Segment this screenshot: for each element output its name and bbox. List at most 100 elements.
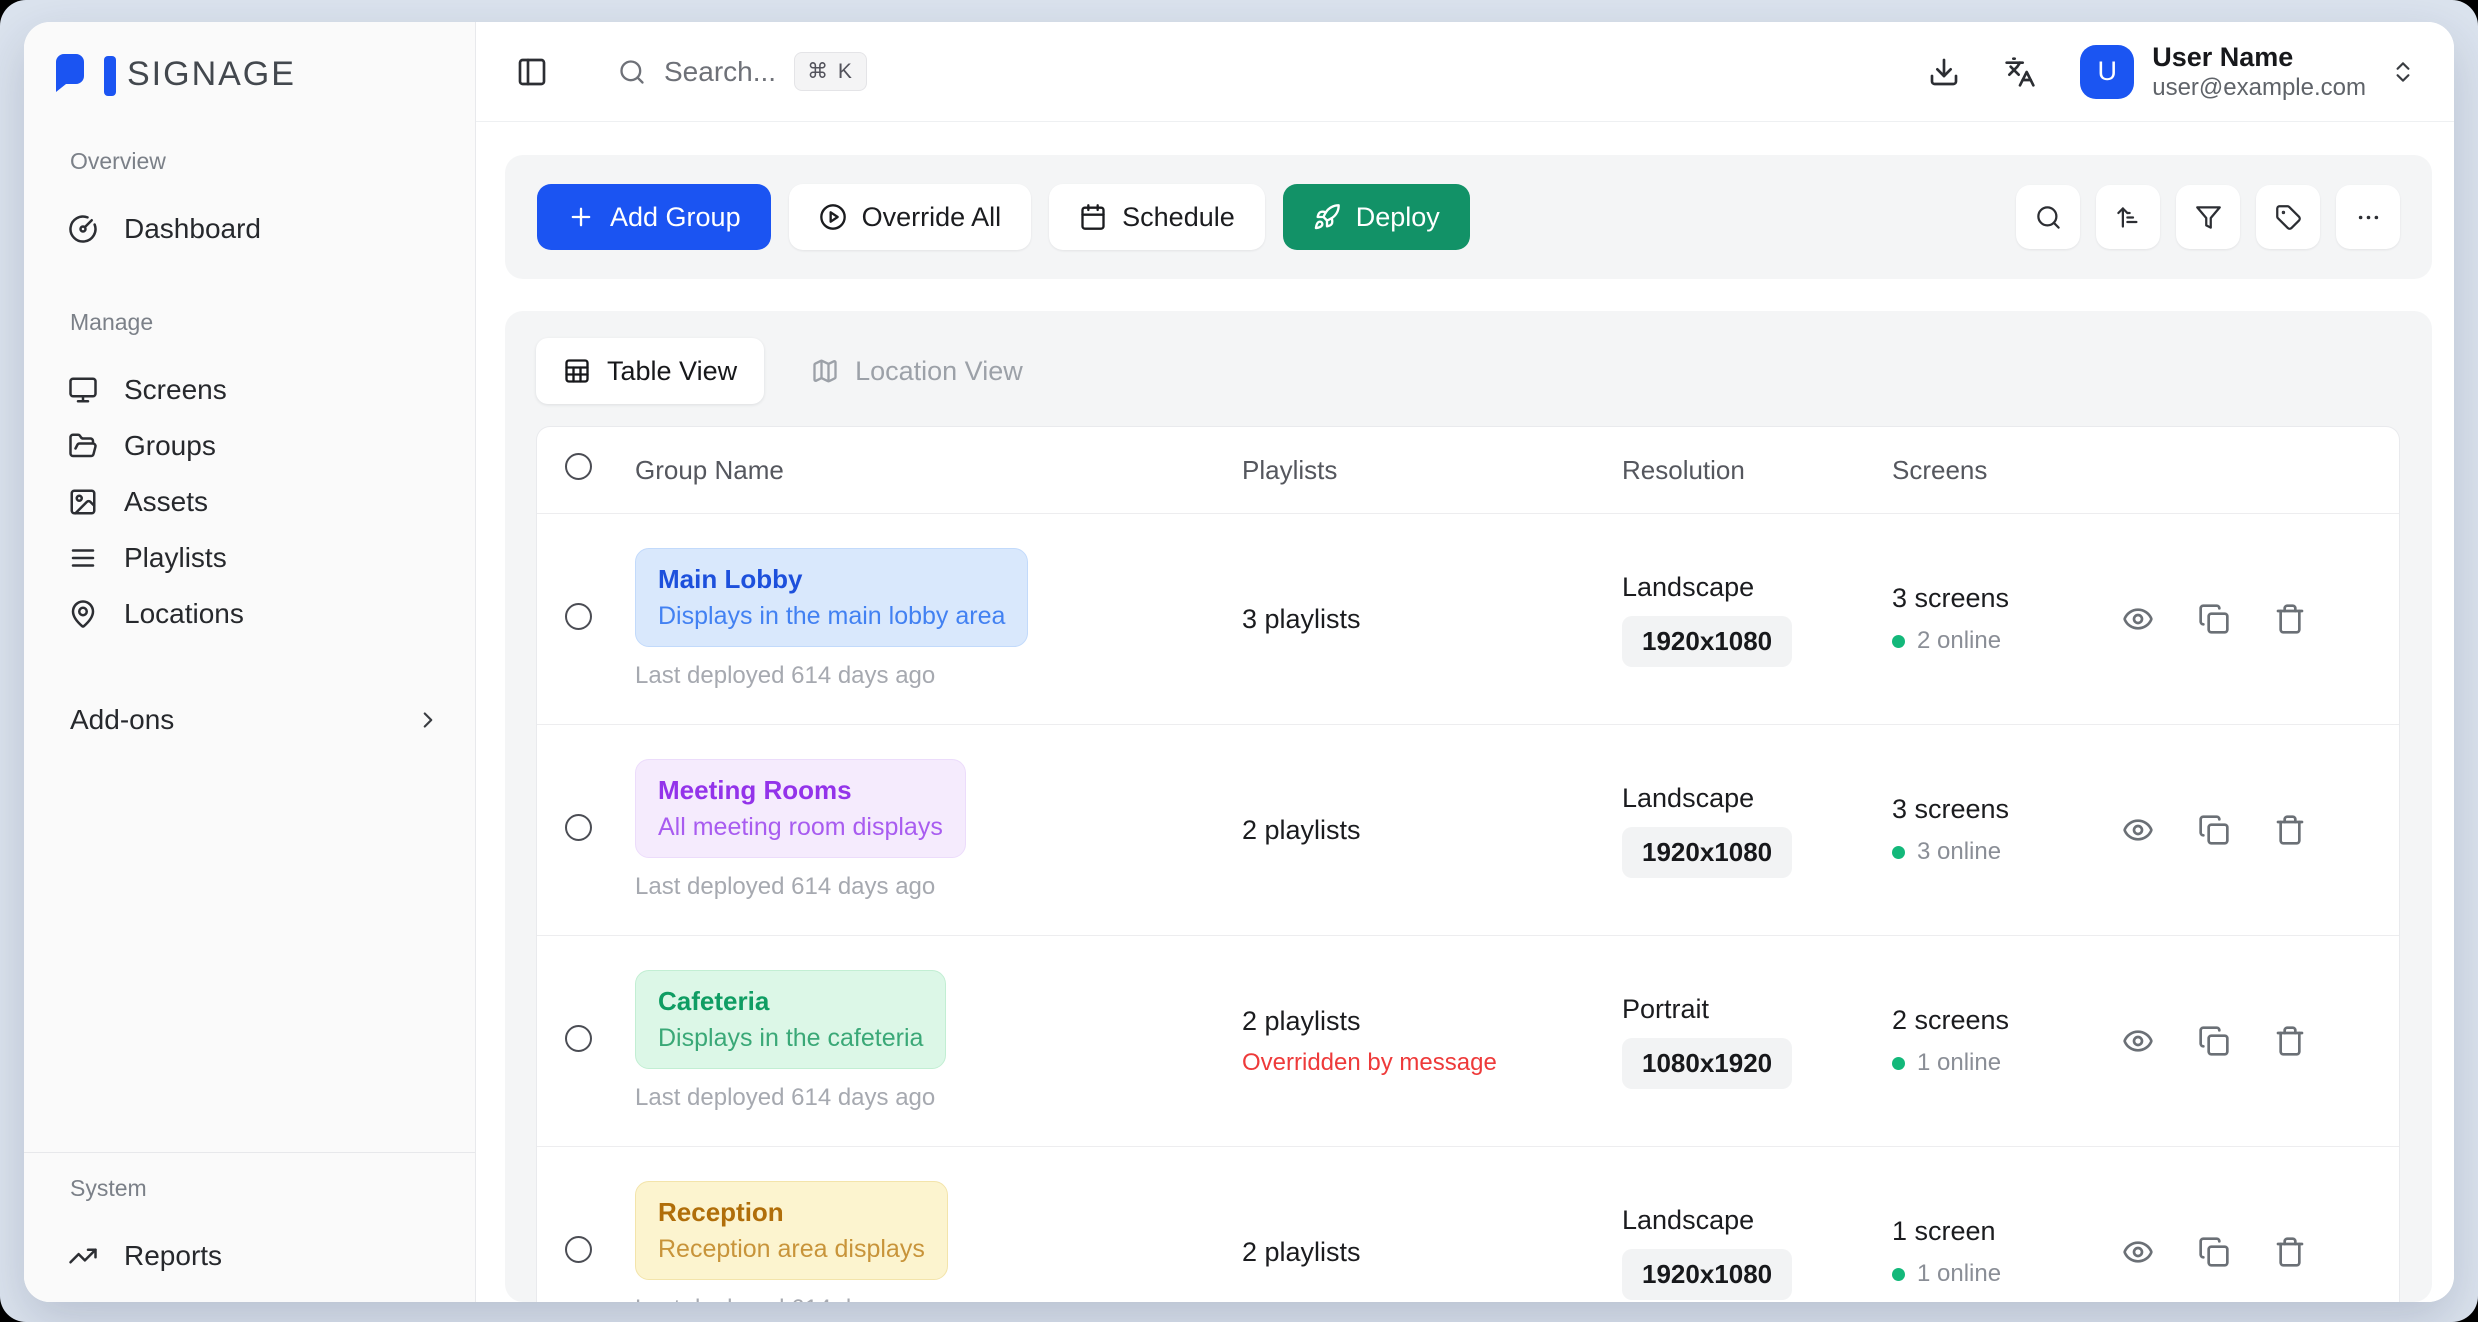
sidebar-item-groups[interactable]: Groups <box>68 418 475 474</box>
sidebar-item-label: Assets <box>124 486 208 518</box>
duplicate-button[interactable] <box>2198 603 2230 635</box>
row-checkbox[interactable] <box>565 603 592 630</box>
view-button[interactable] <box>2122 603 2154 635</box>
column-group-name: Group Name <box>611 455 1230 486</box>
brand-logo: SIGNAGE <box>24 22 475 96</box>
search-icon <box>618 58 646 86</box>
duplicate-button[interactable] <box>2198 1236 2230 1268</box>
group-chip[interactable]: Reception Reception area displays <box>635 1181 948 1280</box>
languages-icon <box>2004 56 2036 88</box>
tab-location-view[interactable]: Location View <box>784 338 1050 404</box>
duplicate-button[interactable] <box>2198 1025 2230 1057</box>
chevrons-up-down-icon <box>2390 59 2416 85</box>
app-window: SIGNAGE Overview Dashboard Manage Screen… <box>24 22 2454 1302</box>
view-button[interactable] <box>2122 814 2154 846</box>
online-dot <box>1892 1268 1905 1281</box>
sidebar-section-overview: Overview <box>70 148 475 175</box>
online-count: 1 online <box>1917 1049 2001 1077</box>
sidebar-bottom: System Reports <box>24 1152 475 1302</box>
sidebar-item-playlists[interactable]: Playlists <box>68 530 475 586</box>
row-checkbox[interactable] <box>565 1236 592 1263</box>
table-row[interactable]: Cafeteria Displays in the cafeteria Last… <box>537 935 2399 1146</box>
filter-button[interactable] <box>2176 185 2240 249</box>
search-placeholder: Search... <box>664 56 776 88</box>
row-checkbox[interactable] <box>565 1025 592 1052</box>
view-button[interactable] <box>2122 1025 2154 1057</box>
search-shortcut-badge: ⌘ K <box>794 52 867 91</box>
sidebar-toggle-button[interactable] <box>516 56 548 88</box>
sidebar-item-assets[interactable]: Assets <box>68 474 475 530</box>
group-chip[interactable]: Main Lobby Displays in the main lobby ar… <box>635 548 1028 647</box>
group-name: Meeting Rooms <box>658 775 943 806</box>
sidebar-item-addons[interactable]: Add-ons <box>24 690 475 750</box>
avatar: U <box>2080 45 2134 99</box>
screens-count: 2 screens <box>1892 1005 2090 1036</box>
row-checkbox[interactable] <box>565 814 592 841</box>
group-chip[interactable]: Meeting Rooms All meeting room displays <box>635 759 966 858</box>
online-dot <box>1892 635 1905 648</box>
pisignage-logo-icon <box>54 52 117 96</box>
add-group-button[interactable]: Add Group <box>537 184 771 250</box>
delete-button[interactable] <box>2274 814 2306 846</box>
resolution-badge: 1920x1080 <box>1622 616 1792 667</box>
search-input[interactable]: Search... ⌘ K <box>618 52 867 91</box>
sidebar-item-locations[interactable]: Locations <box>68 586 475 642</box>
desktop-background: SIGNAGE Overview Dashboard Manage Screen… <box>0 0 2478 1322</box>
sort-button[interactable] <box>2096 185 2160 249</box>
panel-left-icon <box>516 56 548 88</box>
orientation: Portrait <box>1622 994 1880 1025</box>
download-button[interactable] <box>1928 56 1960 88</box>
column-screens: Screens <box>1880 455 2090 486</box>
image-icon <box>68 487 98 517</box>
more-options-button[interactable] <box>2336 185 2400 249</box>
tag-button[interactable] <box>2256 185 2320 249</box>
language-button[interactable] <box>2004 56 2036 88</box>
last-deployed: Last deployed 614 days ago <box>635 1295 1230 1302</box>
table-row[interactable]: Reception Reception area displays Last d… <box>537 1146 2399 1302</box>
addons-label: Add-ons <box>70 704 174 736</box>
sidebar-item-label: Locations <box>124 598 244 630</box>
online-dot <box>1892 846 1905 859</box>
monitor-icon <box>68 375 98 405</box>
user-menu[interactable]: U User Name user@example.com <box>2080 41 2416 103</box>
table-row[interactable]: Meeting Rooms All meeting room displays … <box>537 724 2399 935</box>
deploy-button[interactable]: Deploy <box>1283 184 1470 250</box>
group-description: Reception area displays <box>658 1235 925 1264</box>
orientation: Landscape <box>1622 1205 1880 1236</box>
table-row[interactable]: Main Lobby Displays in the main lobby ar… <box>537 513 2399 724</box>
group-description: Displays in the main lobby area <box>658 602 1005 631</box>
table-header-row: Group Name Playlists Resolution Screens <box>537 427 2399 513</box>
last-deployed: Last deployed 614 days ago <box>635 1084 1230 1112</box>
duplicate-button[interactable] <box>2198 814 2230 846</box>
main-area: Search... ⌘ K U User Name user@example.c… <box>476 22 2454 1302</box>
last-deployed: Last deployed 614 days ago <box>635 873 1230 901</box>
sidebar-item-label: Groups <box>124 430 216 462</box>
sidebar-item-dashboard[interactable]: Dashboard <box>68 201 475 257</box>
override-all-button[interactable]: Override All <box>789 184 1032 250</box>
download-icon <box>1928 56 1960 88</box>
delete-button[interactable] <box>2274 1236 2306 1268</box>
select-all-checkbox[interactable] <box>565 453 592 480</box>
delete-button[interactable] <box>2274 603 2306 635</box>
playlists-count: 2 playlists <box>1242 1006 1610 1037</box>
view-button[interactable] <box>2122 1236 2154 1268</box>
delete-button[interactable] <box>2274 1025 2306 1057</box>
schedule-button[interactable]: Schedule <box>1049 184 1265 250</box>
play-circle-icon <box>819 203 847 231</box>
sidebar-item-reports[interactable]: Reports <box>68 1228 475 1284</box>
content: Add Group Override All Schedule Deploy <box>476 122 2454 1302</box>
user-name: User Name <box>2152 41 2366 75</box>
last-deployed: Last deployed 614 days ago <box>635 662 1230 690</box>
rocket-icon <box>1313 203 1341 231</box>
tab-table-view[interactable]: Table View <box>536 338 764 404</box>
sidebar-item-label: Screens <box>124 374 227 406</box>
ellipsis-icon <box>2355 204 2382 231</box>
group-chip[interactable]: Cafeteria Displays in the cafeteria <box>635 970 946 1069</box>
calendar-icon <box>1079 203 1107 231</box>
group-toolbar: Add Group Override All Schedule Deploy <box>505 155 2432 279</box>
sidebar-section-manage: Manage <box>70 309 475 336</box>
folder-open-icon <box>68 431 98 461</box>
sidebar-item-screens[interactable]: Screens <box>68 362 475 418</box>
screens-count: 3 screens <box>1892 794 2090 825</box>
table-search-button[interactable] <box>2016 185 2080 249</box>
